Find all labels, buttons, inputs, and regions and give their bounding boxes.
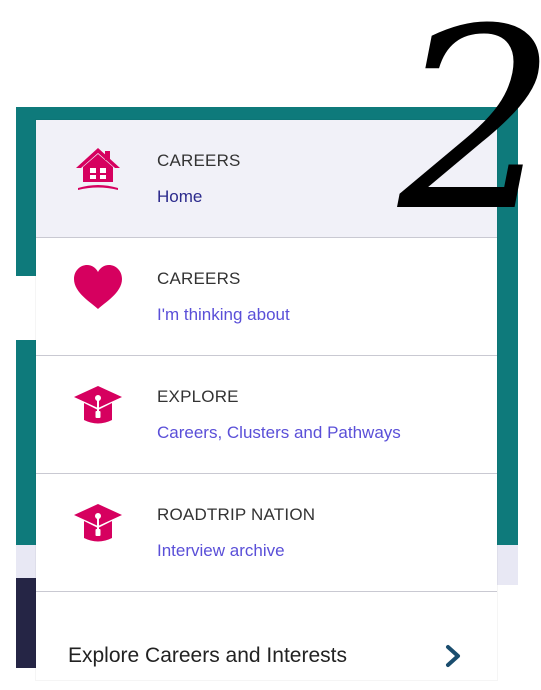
step-number-overlay: 2: [397, 2, 541, 217]
step-number-text: 2: [397, 2, 541, 217]
menu-item-label[interactable]: I'm thinking about: [157, 305, 290, 325]
menu-item-explore-clusters[interactable]: EXPLORE Careers, Clusters and Pathways: [36, 356, 497, 474]
explore-careers-label[interactable]: Explore Careers and Interests: [68, 644, 347, 668]
menu-item-careers-thinking-about[interactable]: CAREERS I'm thinking about: [36, 238, 497, 356]
menu-item-label[interactable]: Careers, Clusters and Pathways: [157, 423, 401, 443]
menu-item-roadtrip-nation[interactable]: ROADTRIP NATION Interview archive: [36, 474, 497, 592]
menu-item-category: EXPLORE: [157, 387, 239, 406]
menu-item-label[interactable]: Interview archive: [157, 541, 285, 561]
explore-careers-link[interactable]: Explore Careers and Interests: [36, 600, 497, 690]
navy-sidebar-edge: [16, 578, 36, 668]
menu-item-category: CAREERS: [157, 151, 241, 170]
menu-item-label[interactable]: Home: [157, 187, 202, 207]
graduation-cap-icon: [74, 386, 122, 424]
chevron-right-icon[interactable]: [443, 644, 463, 668]
menu-item-category: ROADTRIP NATION: [157, 505, 316, 524]
menu-item-category: CAREERS: [157, 269, 241, 288]
graduation-cap-icon: [74, 504, 122, 542]
house-icon: [76, 148, 120, 190]
heart-icon: [74, 265, 122, 309]
